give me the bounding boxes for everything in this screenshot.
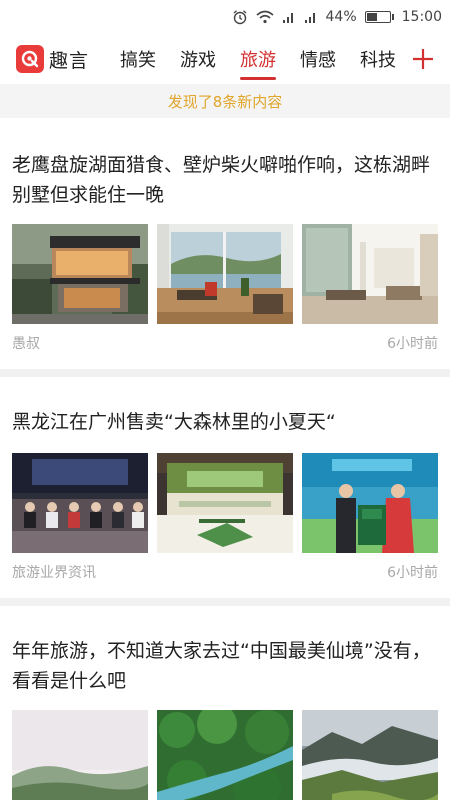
article-time: 6小时前 [387, 336, 438, 352]
article-card[interactable]: 老鹰盘旋湖面猎食、壁炉柴火噼啪作响，这栋湖畔别墅但求能住一晚 愚叔 6小时前 [0, 118, 450, 355]
article-card[interactable]: 年年旅游，不知道大家去过“中国最美仙境”没有，看看是什么吧 [0, 606, 450, 800]
thumbnail-image[interactable] [302, 453, 438, 553]
signal-icon-2 [304, 10, 318, 24]
battery-percent: 44% [325, 9, 357, 25]
thumbnail-image[interactable] [157, 710, 293, 800]
thumbnail-image[interactable] [302, 224, 438, 324]
article-meta: 愚叔 6小时前 [12, 331, 438, 355]
logo-q-icon [16, 45, 44, 73]
article-time: 6小时前 [387, 565, 438, 581]
news-feed: 老鹰盘旋湖面猎食、壁炉柴火噼啪作响，这栋湖畔别墅但求能住一晚 愚叔 6小时前 黑… [0, 118, 450, 800]
article-title[interactable]: 黑龙江在广州售卖“大森林里的小夏天“ [12, 407, 438, 437]
thumbnail-image[interactable] [12, 224, 148, 324]
top-nav: 趣言 搞笑 游戏 旅游 情感 科技 [0, 34, 450, 84]
alarm-icon [232, 9, 248, 25]
signal-icon-1 [282, 10, 296, 24]
plus-icon [413, 49, 433, 69]
tab-emotion[interactable]: 情感 [288, 34, 348, 84]
add-channel-button[interactable] [406, 42, 440, 76]
article-thumbnails [12, 224, 438, 324]
logo-text: 趣言 [49, 49, 90, 72]
tab-funny[interactable]: 搞笑 [108, 34, 168, 84]
app-logo: 趣言 [16, 45, 108, 73]
new-content-banner[interactable]: 发现了8条新内容 [0, 84, 450, 118]
battery-icon [364, 11, 394, 23]
article-title[interactable]: 年年旅游，不知道大家去过“中国最美仙境”没有，看看是什么吧 [12, 636, 438, 696]
article-title[interactable]: 老鹰盘旋湖面猎食、壁炉柴火噼啪作响，这栋湖畔别墅但求能住一晚 [12, 150, 438, 210]
thumbnail-image[interactable] [157, 453, 293, 553]
status-bar: 44% 15:00 [0, 0, 450, 34]
clock: 15:00 [401, 9, 442, 25]
tab-travel[interactable]: 旅游 [228, 34, 288, 84]
thumbnail-image[interactable] [157, 224, 293, 324]
article-source[interactable]: 旅游业界资讯 [12, 562, 96, 582]
category-tabs: 搞笑 游戏 旅游 情感 科技 [108, 34, 408, 84]
tab-games[interactable]: 游戏 [168, 34, 228, 84]
divider [0, 369, 450, 377]
tab-tech[interactable]: 科技 [348, 34, 408, 84]
article-card[interactable]: 黑龙江在广州售卖“大森林里的小夏天“ 旅游业界资讯 6小时前 [0, 377, 450, 584]
divider [0, 598, 450, 606]
thumbnail-image[interactable] [12, 710, 148, 800]
wifi-icon [255, 10, 274, 24]
thumbnail-image[interactable] [302, 710, 438, 800]
article-source[interactable]: 愚叔 [12, 333, 40, 353]
article-meta: 旅游业界资讯 6小时前 [12, 560, 438, 584]
article-thumbnails [12, 710, 438, 800]
thumbnail-image[interactable] [12, 453, 148, 553]
article-thumbnails [12, 453, 438, 553]
